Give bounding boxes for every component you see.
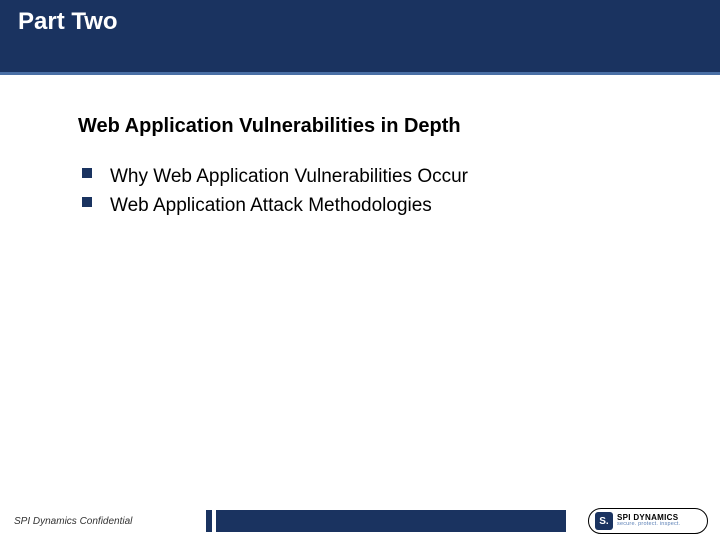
list-item: Why Web Application Vulnerabilities Occu… — [82, 162, 660, 191]
footer-accent-bar-large — [216, 510, 566, 532]
spi-dynamics-logo: S. SPI DYNAMICS secure. protect. inspect… — [588, 508, 708, 534]
logo-text: SPI DYNAMICS secure. protect. inspect. — [617, 514, 680, 528]
footer: SPI Dynamics Confidential S. SPI DYNAMIC… — [0, 504, 720, 540]
section-subtitle: Web Application Vulnerabilities in Depth — [78, 115, 660, 138]
logo-line2: secure. protect. inspect. — [617, 522, 680, 528]
slide-title: Part Two — [18, 8, 118, 36]
list-item: Web Application Attack Methodologies — [82, 191, 660, 220]
header-bar: Part Two — [0, 0, 720, 75]
confidential-text: SPI Dynamics Confidential — [14, 516, 132, 527]
bullet-list: Why Web Application Vulnerabilities Occu… — [82, 162, 660, 221]
logo-mark-icon: S. — [595, 512, 613, 530]
content-area: Web Application Vulnerabilities in Depth… — [0, 75, 720, 221]
footer-accent-bar-small — [206, 510, 212, 532]
